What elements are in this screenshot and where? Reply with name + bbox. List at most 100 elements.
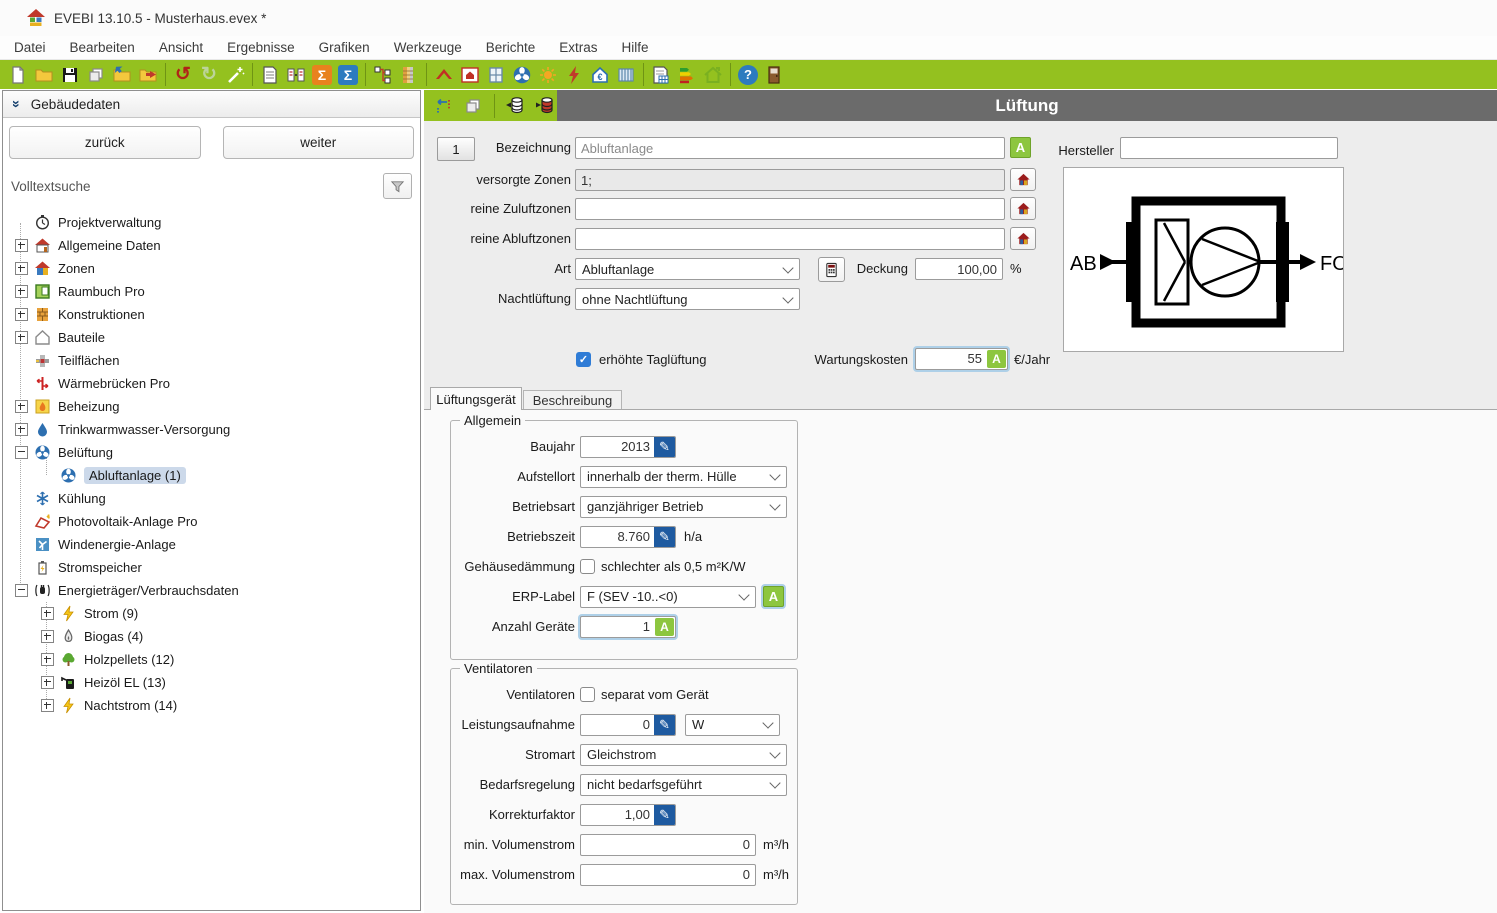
building-envelope-icon[interactable] bbox=[457, 62, 483, 87]
reine-zuluftzonen-input[interactable] bbox=[575, 198, 1005, 220]
copy-icon[interactable] bbox=[83, 62, 109, 87]
sidebar-item-allgemeine-daten[interactable]: Allgemeine Daten bbox=[3, 234, 420, 257]
expander-icon[interactable] bbox=[41, 699, 54, 712]
solar-icon[interactable] bbox=[535, 62, 561, 87]
ventilation-icon[interactable] bbox=[509, 62, 535, 87]
menu-ansicht[interactable]: Ansicht bbox=[147, 40, 215, 55]
filter-button[interactable] bbox=[383, 173, 412, 199]
hersteller-input[interactable] bbox=[1120, 137, 1338, 159]
sidebar-item-heizoel[interactable]: Heizöl EL (13) bbox=[3, 671, 420, 694]
transfer-values-icon[interactable] bbox=[431, 93, 455, 118]
menu-extras[interactable]: Extras bbox=[547, 40, 609, 55]
bedarfsregelung-select[interactable]: nicht bedarfsgeführt bbox=[580, 774, 787, 796]
versorgte-zonen-input[interactable] bbox=[575, 169, 1005, 191]
zone-picker-button[interactable] bbox=[1010, 227, 1036, 250]
record-index-box[interactable]: 1 bbox=[437, 137, 475, 161]
sidebar-item-energietraeger[interactable]: Energieträger/Verbrauchsdaten bbox=[3, 579, 420, 602]
sidebar-item-strom[interactable]: Strom (9) bbox=[3, 602, 420, 625]
nachtlueftung-select[interactable]: ohne Nachtlüftung bbox=[575, 288, 800, 310]
save-icon[interactable] bbox=[57, 62, 83, 87]
korrekturfaktor-input[interactable]: 1,00✎ bbox=[580, 804, 676, 826]
betriebszeit-input[interactable]: 8.760✎ bbox=[580, 526, 676, 548]
redo-icon[interactable]: ↻ bbox=[196, 62, 222, 87]
building-green-icon[interactable] bbox=[700, 62, 726, 87]
min-volumenstrom-input[interactable]: 0 bbox=[580, 834, 756, 856]
load-from-database-icon[interactable] bbox=[503, 93, 527, 118]
duplicate-icon[interactable] bbox=[461, 93, 485, 118]
baujahr-input[interactable]: 2013✎ bbox=[580, 436, 676, 458]
energy-label-icon[interactable] bbox=[674, 62, 700, 87]
next-button[interactable]: weiter bbox=[223, 126, 415, 159]
sidebar-item-teilflaechen[interactable]: Teilflächen bbox=[3, 349, 420, 372]
sum-orange-icon[interactable]: Σ bbox=[309, 62, 335, 87]
sidebar-item-zonen[interactable]: Zonen bbox=[3, 257, 420, 280]
menu-werkzeuge[interactable]: Werkzeuge bbox=[382, 40, 474, 55]
wartungskosten-input[interactable]: 55A bbox=[915, 348, 1008, 370]
electricity-icon[interactable] bbox=[561, 62, 587, 87]
expander-icon[interactable] bbox=[15, 308, 28, 321]
undo-icon[interactable]: ↺ bbox=[170, 62, 196, 87]
report-tables-icon[interactable] bbox=[648, 62, 674, 87]
sidebar-item-waermebruecken-pro[interactable]: Wärmebrücken Pro bbox=[3, 372, 420, 395]
sidebar-item-belueftung[interactable]: Belüftung bbox=[3, 441, 420, 464]
art-select[interactable]: Abluftanlage bbox=[575, 258, 800, 280]
menu-berichte[interactable]: Berichte bbox=[474, 40, 548, 55]
sidebar-item-bauteile[interactable]: Bauteile bbox=[3, 326, 420, 349]
expander-icon[interactable] bbox=[15, 400, 28, 413]
leistungsaufnahme-unit-select[interactable]: W bbox=[685, 714, 780, 736]
expander-icon[interactable] bbox=[41, 676, 54, 689]
sidebar-item-abluftanlage[interactable]: Abluftanlage (1) bbox=[3, 464, 420, 487]
menu-bearbeiten[interactable]: Bearbeiten bbox=[58, 40, 147, 55]
expander-icon[interactable] bbox=[41, 630, 54, 643]
open-file-icon[interactable] bbox=[31, 62, 57, 87]
menu-grafiken[interactable]: Grafiken bbox=[307, 40, 382, 55]
zone-picker-button[interactable] bbox=[1010, 197, 1036, 220]
roof-icon[interactable] bbox=[431, 62, 457, 87]
edit-button[interactable]: ✎ bbox=[654, 805, 675, 825]
erp-label-select[interactable]: F (SEV -10..<0) bbox=[580, 586, 756, 608]
collapse-panel-icon[interactable]: » bbox=[9, 100, 25, 108]
heating-system-icon[interactable] bbox=[613, 62, 639, 87]
gehaeusedaemmung-checkbox[interactable] bbox=[580, 559, 595, 574]
sidebar-item-kuehlung[interactable]: Kühlung bbox=[3, 487, 420, 510]
compare-documents-icon[interactable] bbox=[283, 62, 309, 87]
sidebar-item-projektverwaltung[interactable]: Projektverwaltung bbox=[3, 211, 420, 234]
expander-icon[interactable] bbox=[15, 262, 28, 275]
leistungsaufnahme-input[interactable]: 0✎ bbox=[580, 714, 676, 736]
house-energy-icon[interactable]: € bbox=[587, 62, 613, 87]
anzahl-geraete-input[interactable]: 1A bbox=[580, 616, 676, 638]
sidebar-item-nachtstrom[interactable]: Nachtstrom (14) bbox=[3, 694, 420, 717]
menu-hilfe[interactable]: Hilfe bbox=[610, 40, 661, 55]
betriebsart-select[interactable]: ganzjähriger Betrieb bbox=[580, 496, 787, 518]
stromart-select[interactable]: Gleichstrom bbox=[580, 744, 787, 766]
export-project-icon[interactable] bbox=[135, 62, 161, 87]
sidebar-item-photovoltaik[interactable]: Photovoltaik-Anlage Pro bbox=[3, 510, 420, 533]
expander-icon[interactable] bbox=[15, 331, 28, 344]
reine-abluftzonen-input[interactable] bbox=[575, 228, 1005, 250]
separat-checkbox[interactable] bbox=[580, 687, 595, 702]
expander-icon[interactable] bbox=[15, 285, 28, 298]
save-to-database-icon[interactable] bbox=[533, 93, 557, 118]
expander-icon[interactable] bbox=[41, 653, 54, 666]
wizard-icon[interactable] bbox=[222, 62, 248, 87]
edit-button[interactable]: ✎ bbox=[654, 437, 675, 457]
sidebar-item-holzpellets[interactable]: Holzpellets (12) bbox=[3, 648, 420, 671]
bezeichnung-input[interactable] bbox=[575, 137, 1005, 159]
construction-layers-icon[interactable] bbox=[396, 62, 422, 87]
expander-icon[interactable] bbox=[15, 584, 28, 597]
sidebar-item-beheizung[interactable]: Beheizung bbox=[3, 395, 420, 418]
tab-lueftungsgeraet[interactable]: Lüftungsgerät bbox=[430, 387, 522, 410]
expander-icon[interactable] bbox=[15, 423, 28, 436]
sidebar-item-konstruktionen[interactable]: Konstruktionen bbox=[3, 303, 420, 326]
expander-icon[interactable] bbox=[41, 607, 54, 620]
sum-blue-icon[interactable]: Σ bbox=[335, 62, 361, 87]
sidebar-item-raumbuch-pro[interactable]: Raumbuch Pro bbox=[3, 280, 420, 303]
erhoehte-taglueftung-checkbox[interactable]: ✓ bbox=[576, 352, 591, 367]
zone-picker-button[interactable] bbox=[1010, 168, 1036, 191]
project-structure-icon[interactable] bbox=[370, 62, 396, 87]
import-project-icon[interactable] bbox=[109, 62, 135, 87]
help-icon[interactable]: ? bbox=[735, 62, 761, 87]
deckung-input[interactable]: 100,00 bbox=[915, 258, 1003, 280]
auto-value-button[interactable]: A bbox=[987, 350, 1006, 368]
auto-value-button[interactable]: A bbox=[763, 586, 784, 607]
